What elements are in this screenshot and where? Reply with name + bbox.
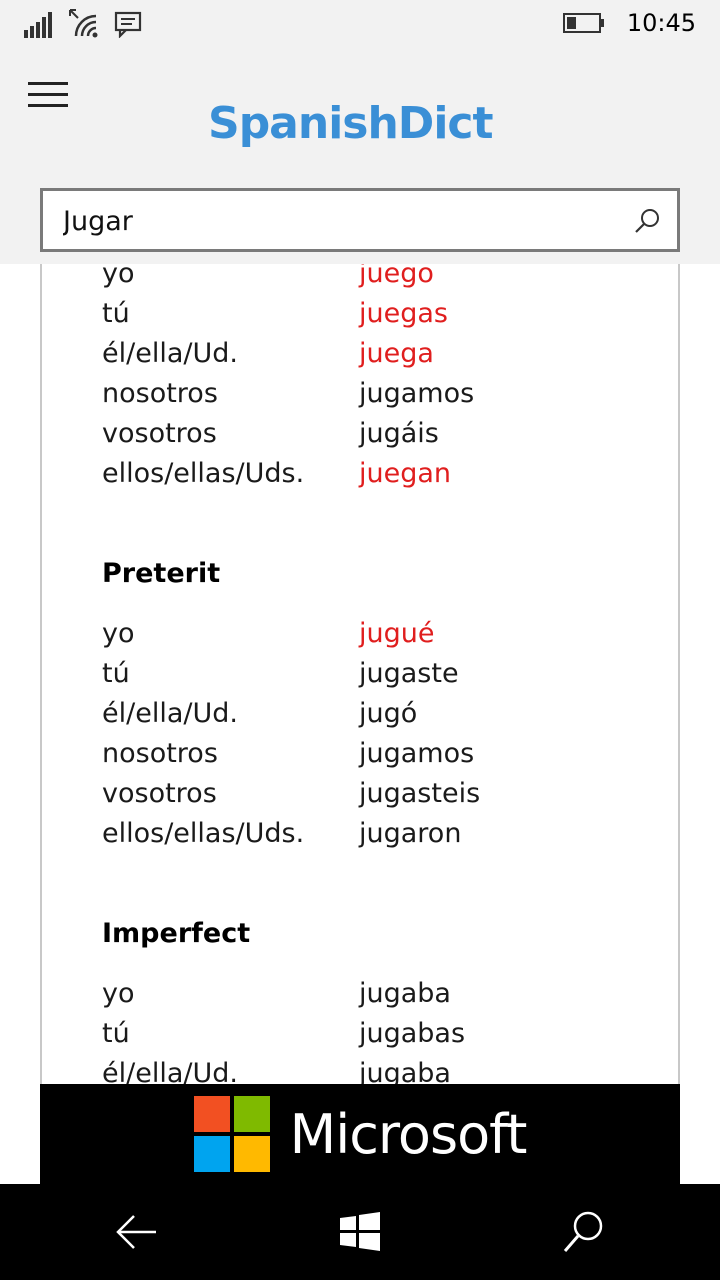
verb-form: jugó [359,698,418,729]
conjugation-row: nosotros jugamos [102,374,662,414]
back-arrow-icon[interactable] [112,1208,160,1256]
verb-form: jugamos [359,378,475,409]
pronoun: él/ella/Ud. [102,1058,238,1084]
status-time: 10:45 [626,9,696,37]
verb-form: jugaron [359,818,462,849]
conjugation-row: ellos/ellas/Uds. juegan [102,454,662,494]
ad-banner[interactable]: Microsoft [40,1084,680,1184]
conjugation-row: yo juego [102,264,662,294]
pronoun: yo [102,264,135,289]
tense-title: Imperfect [102,918,251,949]
pronoun: vosotros [102,778,217,809]
search-box [40,188,680,252]
verb-form: jugaba [359,1058,451,1084]
system-nav-bar [0,1184,720,1280]
pronoun: tú [102,1018,130,1049]
battery-icon [562,13,604,33]
verb-form: jugaste [359,658,459,689]
conjugation-row: nosotros jugamos [102,734,662,774]
search-icon[interactable] [633,207,661,235]
verb-form: jugamos [359,738,475,769]
conjugation-row: tú juegas [102,294,662,334]
microsoft-logo-icon [193,1096,270,1172]
conjugation-row: él/ella/Ud. jugó [102,694,662,734]
verb-form: jugué [359,618,435,649]
pronoun: ellos/ellas/Uds. [102,458,305,489]
conjugation-row: vosotros jugáis [102,414,662,454]
app-logo: SpanishDict [208,98,494,149]
verb-form: jugabas [359,1018,466,1049]
conjugation-row: tú jugaste [102,654,662,694]
pronoun: tú [102,298,130,329]
verb-form: jugasteis [359,778,481,809]
verb-form: jugáis [359,418,439,449]
verb-form: juego [359,264,434,289]
pronoun: él/ella/Ud. [102,698,238,729]
status-bar: 10:45 [0,0,720,48]
pronoun: ellos/ellas/Uds. [102,818,305,849]
app-header: SpanishDict [0,48,720,264]
imperfect-tense-section: Imperfect yo jugaba tú jugabas él/ella/U… [102,914,662,1084]
present-tense-section: yo juego tú juegas él/ella/Ud. juega nos… [102,264,662,494]
pronoun: yo [102,978,135,1009]
pronoun: nosotros [102,378,218,409]
ad-brand-text: Microsoft [289,1102,528,1166]
conjugation-panel: yo juego tú juegas él/ella/Ud. juega nos… [40,264,680,1084]
pronoun: tú [102,658,130,689]
search-icon[interactable] [560,1208,608,1256]
conjugation-row: él/ella/Ud. jugaba [102,1054,662,1084]
pronoun: nosotros [102,738,218,769]
conjugation-row: él/ella/Ud. juega [102,334,662,374]
verb-form: juegan [359,458,452,489]
verb-form: juegas [359,298,448,329]
windows-start-icon[interactable] [336,1208,384,1256]
message-icon [114,11,142,38]
conjugation-row: ellos/ellas/Uds. jugaron [102,814,662,854]
verb-form: jugaba [359,978,451,1009]
signal-icon [24,12,52,38]
pronoun: yo [102,618,135,649]
pronoun: él/ella/Ud. [102,338,238,369]
conjugation-row: yo jugaba [102,974,662,1014]
hamburger-menu-icon[interactable] [28,82,68,112]
wifi-icon [69,9,98,38]
pronoun: vosotros [102,418,217,449]
verb-form: juega [359,338,434,369]
tense-title: Preterit [102,558,221,589]
conjugation-row: tú jugabas [102,1014,662,1054]
search-input[interactable] [63,203,623,239]
conjugation-row: yo jugué [102,614,662,654]
conjugation-row: vosotros jugasteis [102,774,662,814]
preterit-tense-section: Preterit yo jugué tú jugaste él/ella/Ud.… [102,554,662,854]
